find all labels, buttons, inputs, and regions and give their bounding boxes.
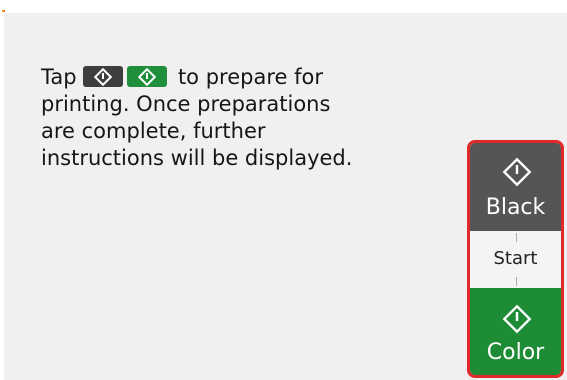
message-tap-text: Tap [41,65,77,89]
start-caption-area: Start [470,231,561,288]
black-button-label: Black [485,195,546,220]
black-start-button[interactable]: Black [470,143,561,231]
message-line-2: printing. Once preparations [41,92,331,116]
diamond-start-icon [502,157,532,187]
message-line-4: instructions will be displayed. [41,146,353,170]
diamond-start-icon [94,68,113,86]
inline-color-start-key [127,66,168,87]
message-line-1: Tap to prepare for [41,64,411,91]
color-button-label: Color [486,340,545,365]
inline-black-start-key [83,66,124,87]
divider-tick-top [516,233,517,242]
message-prepare-text: to prepare for [177,65,323,89]
divider-tick-bottom [516,277,517,286]
message-line-3: are complete, further [41,119,266,143]
start-button-group: Black Start Color [467,140,564,378]
diamond-start-icon [138,68,157,86]
orange-indicator [2,10,5,12]
instruction-message: Tap to prepare for printing. Once prepar… [41,64,411,172]
color-start-button[interactable]: Color [470,288,561,375]
diamond-start-icon [502,304,532,334]
start-label: Start [493,248,538,269]
